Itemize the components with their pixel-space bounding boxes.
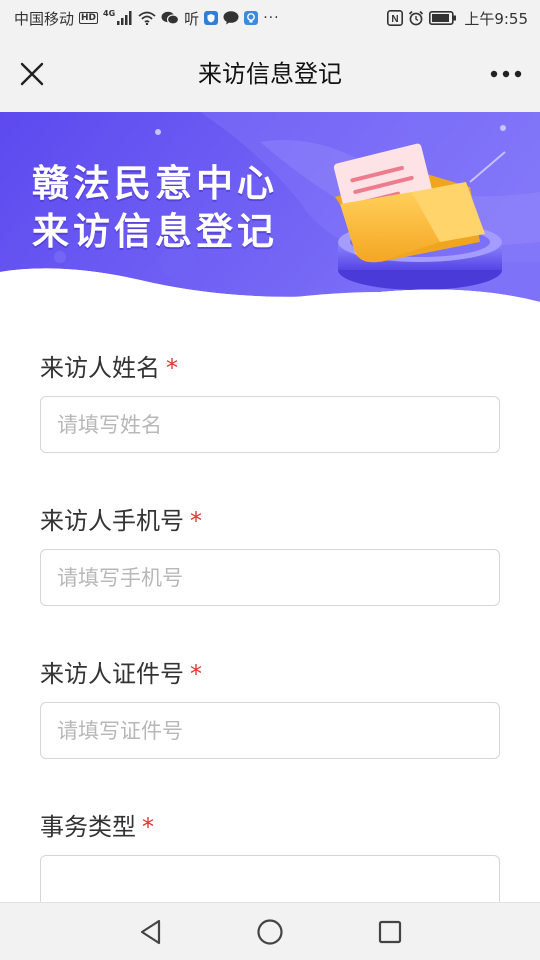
required-mark: * (190, 507, 202, 535)
chat-bubble-icon (223, 11, 239, 25)
close-button[interactable] (16, 58, 48, 90)
clock-time: 上午9:55 (464, 9, 528, 28)
visitor-form: 来访人姓名* 来访人手机号* 来访人证件号* 事务类型* (40, 340, 500, 912)
status-bar: 中国移动 HD 4G 听 ··· N 上午9:55 (0, 0, 540, 36)
recents-button[interactable] (375, 917, 405, 947)
back-button[interactable] (136, 917, 166, 947)
signal-icon (117, 11, 133, 25)
banner-heading: 赣法民意中心 来访信息登记 (32, 160, 278, 256)
wechat-icon (161, 11, 180, 25)
phone-input[interactable] (40, 549, 500, 606)
hd-icon: HD (79, 12, 99, 24)
listen-app-icon: 听 (184, 9, 200, 28)
required-mark: * (190, 660, 202, 688)
home-button[interactable] (255, 917, 285, 947)
affair-type-label: 事务类型 * (40, 813, 154, 841)
recents-square-icon (378, 920, 402, 944)
nav-bar: 来访信息登记 (0, 36, 540, 112)
page-title: 来访信息登记 (198, 60, 342, 88)
alarm-icon (408, 10, 424, 26)
bulb-app-icon (244, 11, 259, 25)
name-input[interactable] (40, 396, 500, 453)
more-notifications-icon: ··· (263, 10, 280, 26)
system-nav-bar (0, 902, 540, 960)
more-dots-icon (490, 70, 522, 78)
shield-app-icon (204, 11, 219, 25)
id-number-input[interactable] (40, 702, 500, 759)
more-options-button[interactable] (486, 60, 526, 88)
nfc-icon: N (387, 10, 404, 26)
battery-icon (429, 11, 457, 25)
banner-line-1: 赣法民意中心 (32, 162, 278, 205)
required-mark: * (166, 354, 178, 382)
required-mark: * (142, 813, 154, 841)
phone-label: 来访人手机号 * (40, 507, 202, 535)
home-circle-icon (257, 919, 283, 945)
carrier-name: 中国移动 (14, 9, 75, 28)
back-triangle-icon (140, 919, 161, 945)
network-type: 4G (103, 8, 116, 18)
id-number-label: 来访人证件号 * (40, 660, 202, 688)
close-icon (20, 62, 44, 86)
banner-line-2: 来访信息登记 (32, 210, 278, 253)
header-banner: 赣法民意中心 来访信息登记 (0, 112, 540, 312)
name-label: 来访人姓名 * (40, 354, 178, 382)
wifi-icon (138, 11, 156, 25)
svg-text:N: N (392, 14, 399, 25)
